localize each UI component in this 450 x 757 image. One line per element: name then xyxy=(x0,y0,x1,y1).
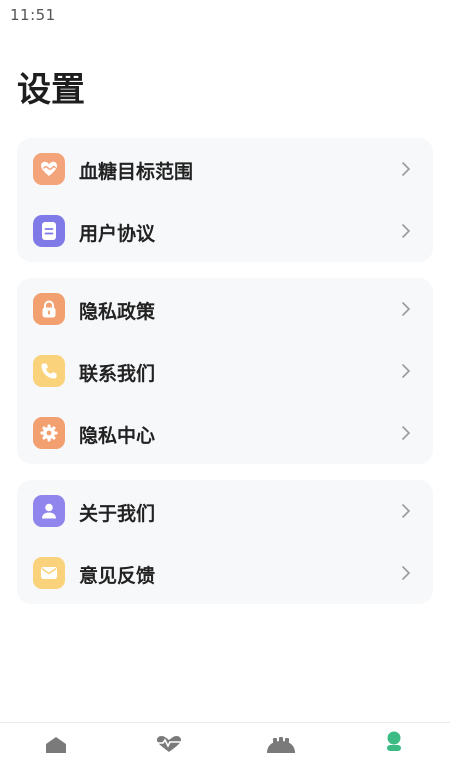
mail-icon xyxy=(33,557,65,589)
status-bar-time: 11:51 xyxy=(10,6,56,24)
home-icon xyxy=(46,737,66,753)
menu-item-label: 意见反馈 xyxy=(79,565,156,587)
nav-item-profile[interactable] xyxy=(386,731,402,755)
menu-item-label: 关于我们 xyxy=(79,503,156,525)
phone-icon xyxy=(33,355,65,387)
chevron-right-icon xyxy=(402,504,411,518)
menu-item-label: 隐私政策 xyxy=(79,301,156,323)
device-icon xyxy=(267,737,295,753)
menu-item-privacy-policy[interactable]: 隐私政策 xyxy=(17,278,433,340)
nav-item-device[interactable] xyxy=(264,735,298,757)
profile-icon xyxy=(387,731,401,751)
menu-item-contact-us[interactable]: 联系我们 xyxy=(17,340,433,402)
settings-group-3: 关于我们 意见反馈 xyxy=(17,480,433,604)
chevron-right-icon xyxy=(402,224,411,238)
menu-item-about-us[interactable]: 关于我们 xyxy=(17,480,433,542)
chevron-right-icon xyxy=(402,364,411,378)
settings-group-1: 血糖目标范围 用户协议 xyxy=(17,138,433,262)
settings-group-2: 隐私政策 联系我们 隐私中心 xyxy=(17,278,433,464)
menu-item-label: 用户协议 xyxy=(79,223,156,245)
menu-item-label: 隐私中心 xyxy=(79,425,156,447)
nav-item-home[interactable] xyxy=(44,735,68,757)
menu-item-label: 血糖目标范围 xyxy=(79,161,194,183)
chevron-right-icon xyxy=(402,566,411,580)
bottom-nav xyxy=(0,722,450,753)
chevron-right-icon xyxy=(402,426,411,440)
page-title: 设置 xyxy=(17,70,85,110)
chevron-right-icon xyxy=(402,302,411,316)
menu-item-feedback[interactable]: 意见反馈 xyxy=(17,542,433,604)
menu-item-label: 联系我们 xyxy=(79,363,156,385)
nav-item-data[interactable] xyxy=(154,735,184,757)
lock-icon xyxy=(33,293,65,325)
heart-icon xyxy=(33,153,65,185)
gear-icon xyxy=(33,417,65,449)
menu-item-glucose-target[interactable]: 血糖目标范围 xyxy=(17,138,433,200)
person-icon xyxy=(33,495,65,527)
menu-item-user-agreement[interactable]: 用户协议 xyxy=(17,200,433,262)
document-icon xyxy=(33,215,65,247)
pulse-icon xyxy=(156,736,182,752)
chevron-right-icon xyxy=(402,162,411,176)
menu-item-privacy-center[interactable]: 隐私中心 xyxy=(17,402,433,464)
